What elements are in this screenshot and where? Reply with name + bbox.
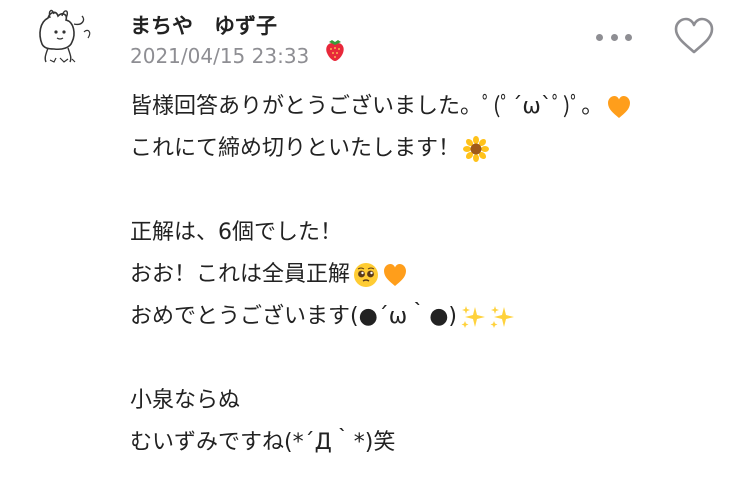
pleading-face-icon: [353, 262, 379, 288]
post-body: 皆様回答ありがとうございました。ﾟ(ﾟ´ω`ﾟ)ﾟ。 これにて締め切りといたしま…: [130, 86, 632, 464]
body-line: これにて締め切りといたします！: [130, 128, 632, 170]
like-button[interactable]: [673, 17, 715, 55]
post-timestamp: 2021/04/15 23:33: [130, 44, 310, 68]
avatar[interactable]: [28, 8, 102, 68]
body-line-text: おお！これは全員正解: [130, 262, 351, 287]
more-options-button[interactable]: [596, 26, 632, 48]
body-line: むいずみですね(*´Д｀*)笑: [130, 422, 632, 464]
body-line-text: おめでとうございます(●´ω｀●): [130, 304, 457, 329]
strawberry-icon: [279, 12, 344, 61]
comment-post: まちや ゆず子 2021/04/15 23:33 皆様回答ありがとうございました…: [0, 0, 750, 481]
orange-heart-icon: [382, 262, 408, 288]
more-dots-icon: [596, 33, 603, 41]
body-line-text: むいずみですね(*´Д｀*)笑: [130, 430, 396, 455]
body-line: 正解は、6個でした！: [130, 212, 632, 254]
sparkles-icon: [489, 304, 515, 330]
more-dots-icon: [610, 33, 618, 41]
author-name[interactable]: まちや ゆず子: [130, 10, 344, 61]
orange-heart-icon: [606, 94, 632, 120]
author-name-text: まちや ゆず子: [130, 14, 277, 38]
body-line: 小泉ならぬ: [130, 380, 632, 422]
sparkles-icon: [460, 304, 486, 330]
body-line: 皆様回答ありがとうございました。ﾟ(ﾟ´ω`ﾟ)ﾟ。: [130, 86, 632, 128]
body-line-text: 小泉ならぬ: [130, 388, 241, 413]
body-line-text: 正解は、6個でした！: [130, 220, 342, 245]
body-line-text: 皆様回答ありがとうございました。ﾟ(ﾟ´ω`ﾟ)ﾟ。: [130, 94, 604, 119]
body-line: おめでとうございます(●´ω｀●): [130, 296, 632, 338]
heart-outline-icon: [674, 17, 714, 54]
sunflower-icon: [463, 136, 490, 162]
more-dots-icon: [625, 33, 632, 41]
body-line: おお！これは全員正解: [130, 254, 632, 296]
body-line-text: これにて締め切りといたします！: [130, 136, 461, 161]
